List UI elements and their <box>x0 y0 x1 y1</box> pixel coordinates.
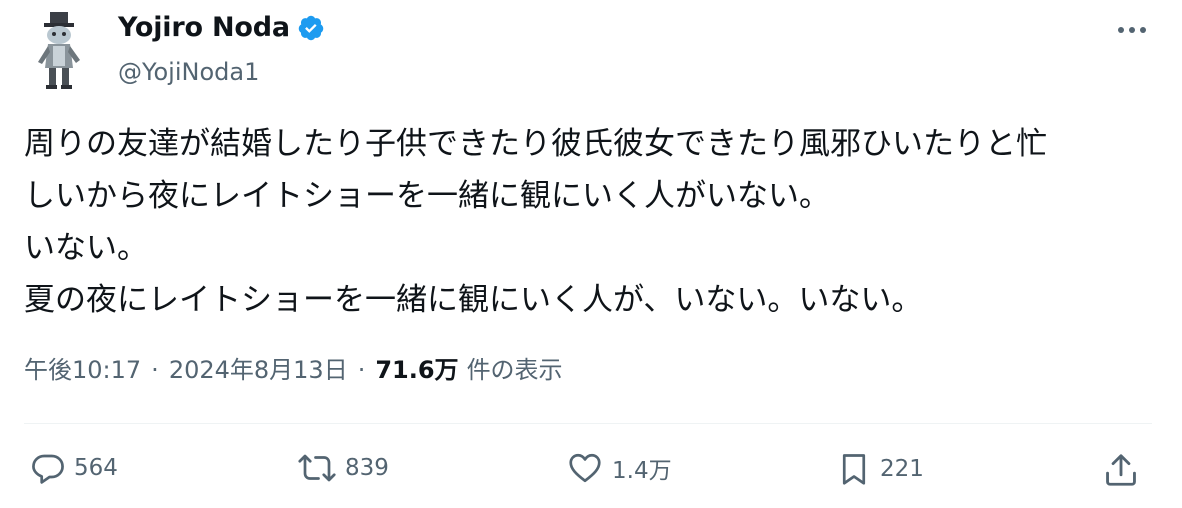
tweet-line: いない。 <box>24 230 148 266</box>
bookmark-count: 221 <box>880 456 924 482</box>
more-options-icon[interactable] <box>1112 14 1152 46</box>
reply-count: 564 <box>74 455 118 481</box>
tweet-meta: 午後10:17 · 2024年8月13日 · 71.6万 件の表示 <box>24 350 563 385</box>
like-count: 1.4万 <box>612 458 672 484</box>
divider <box>24 423 1152 424</box>
heart-icon <box>569 453 601 483</box>
bookmark-button[interactable]: 221 <box>836 450 924 488</box>
bookmark-icon <box>842 454 866 485</box>
tweet-card: Yojiro Noda @YojiNoda1 周りの友達が結婚したり子供できたり… <box>0 0 1182 508</box>
views-label: 件の表示 <box>466 356 563 384</box>
like-button[interactable]: 1.4万 <box>566 450 672 486</box>
tweet-line: 夏の夜にレイトショーを一緒に観にいく人が、いない。いない。 <box>24 282 923 318</box>
views-count[interactable]: 71.6万 <box>375 350 458 385</box>
reply-button[interactable]: 564 <box>30 450 118 486</box>
verified-badge-icon[interactable] <box>297 14 325 42</box>
share-icon <box>1106 454 1136 486</box>
character-avatar-icon <box>38 12 80 89</box>
author-handle[interactable]: @YojiNoda1 <box>118 58 259 86</box>
retweet-button[interactable]: 839 <box>297 450 389 486</box>
meta-separator: · <box>151 356 159 384</box>
author-name[interactable]: Yojiro Noda <box>118 12 290 43</box>
share-button[interactable] <box>1102 450 1140 490</box>
tweet-line: 周りの友達が結婚したり子供できたり彼氏彼女できたり風邪ひいたりと忙 <box>24 126 1047 162</box>
retweet-count: 839 <box>345 455 389 481</box>
tweet-date[interactable]: 2024年8月13日 <box>169 350 348 385</box>
tweet-text: 周りの友達が結婚したり子供できたり彼氏彼女できたり風邪ひいたりと忙 しいから夜に… <box>24 118 1164 326</box>
tweet-time[interactable]: 午後10:17 <box>24 350 141 385</box>
retweet-icon <box>298 454 336 482</box>
tweet-line: しいから夜にレイトショーを一緒に観にいく人がいない。 <box>24 178 830 214</box>
reply-icon <box>32 454 64 484</box>
author-row: Yojiro Noda <box>118 12 325 43</box>
meta-separator: · <box>357 356 366 384</box>
avatar[interactable] <box>26 8 92 92</box>
